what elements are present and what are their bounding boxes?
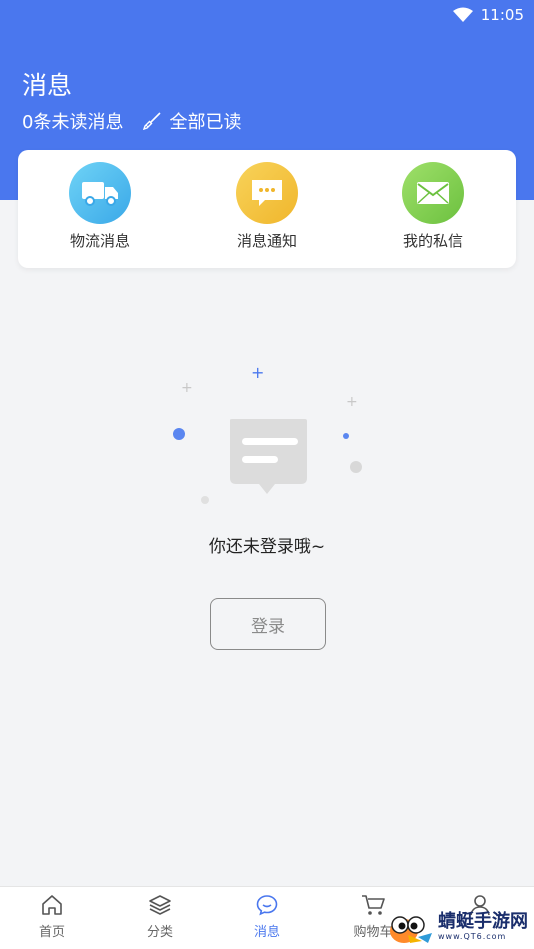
tab-category[interactable]: 分类 — [120, 893, 200, 940]
category-label: 我的私信 — [402, 232, 463, 250]
page-title: 消息 — [22, 71, 73, 100]
category-notification[interactable]: 消息通知 — [207, 162, 327, 251]
empty-message-illustration: + + + — [173, 363, 362, 504]
category-label: 消息通知 — [236, 232, 297, 250]
tab-label: 首页 — [38, 925, 65, 940]
dragonfly-logo-icon — [390, 916, 432, 943]
watermark-name: 蜻蜓手游网 — [438, 911, 528, 932]
tab-label: 购物车 — [353, 925, 393, 940]
truck-icon — [69, 162, 131, 224]
message-category-card: 物流消息 消息通知 我的私信 — [18, 150, 516, 268]
tab-label: 消息 — [253, 925, 280, 940]
envelope-icon — [402, 162, 464, 224]
home-icon — [42, 895, 62, 915]
mark-all-read-button[interactable]: 全部已读 — [143, 108, 241, 134]
broom-icon — [143, 112, 162, 130]
chat-bubble-icon — [236, 162, 298, 224]
watermark-url: www.QT6.com — [438, 932, 507, 941]
message-icon — [256, 895, 278, 916]
site-watermark: 蜻蜓手游网 www.QT6.com — [388, 906, 534, 948]
not-logged-in-message: 你还未登录哦~ — [208, 537, 326, 557]
login-button[interactable]: 登录 — [210, 598, 326, 650]
svg-text:+: + — [251, 363, 264, 382]
unread-row: 0条未读消息 全部已读 — [22, 108, 241, 134]
category-private-message[interactable]: 我的私信 — [373, 162, 493, 251]
svg-text:+: + — [346, 394, 358, 410]
tab-home[interactable]: 首页 — [12, 893, 92, 940]
status-time: 11:05 — [480, 6, 524, 24]
watermark-text: 蜻蜓手游网 www.QT6.com — [438, 913, 528, 941]
mark-all-read-label: 全部已读 — [169, 112, 242, 133]
cart-icon — [362, 895, 385, 915]
unread-count-text: 0条未读消息 — [22, 112, 124, 133]
category-label: 物流消息 — [69, 232, 130, 250]
category-logistics[interactable]: 物流消息 — [40, 162, 160, 251]
status-bar: 11:05 — [452, 4, 524, 26]
wifi-icon — [452, 7, 473, 22]
tab-messages[interactable]: 消息 — [227, 893, 307, 940]
layers-icon — [149, 895, 171, 915]
svg-text:+: + — [181, 380, 193, 396]
tab-label: 分类 — [146, 925, 173, 940]
